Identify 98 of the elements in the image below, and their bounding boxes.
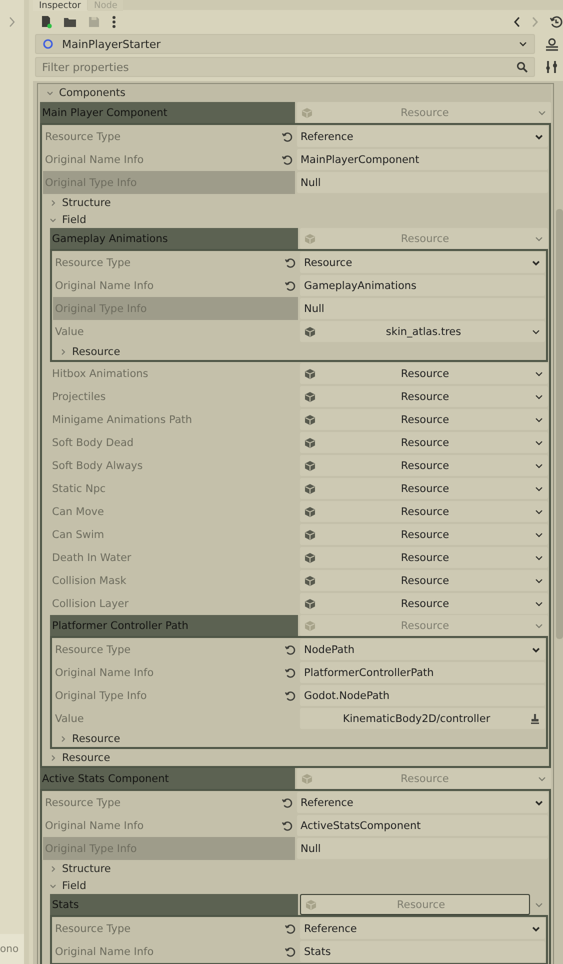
cube-icon: [304, 390, 316, 402]
revert-icon[interactable]: [280, 796, 292, 808]
node-path-field[interactable]: KinematicBody2D/controller: [300, 708, 545, 729]
type-dropdown[interactable]: Reference: [300, 918, 545, 939]
revert-icon[interactable]: [284, 690, 296, 702]
type-dropdown[interactable]: NodePath: [300, 639, 545, 660]
tab[interactable]: Inspector: [33, 0, 87, 11]
cube-icon: [300, 106, 312, 118]
revert-icon[interactable]: [280, 130, 292, 142]
chevron-down-icon: [46, 89, 54, 97]
revert-icon[interactable]: [284, 946, 296, 958]
group-toggle[interactable]: Field: [43, 877, 548, 894]
property-label: Resource Type: [43, 125, 294, 148]
section-toggle[interactable]: Components: [40, 84, 551, 102]
cube-icon: [304, 574, 316, 586]
type-dropdown[interactable]: Resource: [300, 252, 545, 273]
settings-icon[interactable]: [545, 60, 559, 74]
group-toggle[interactable]: Structure: [43, 860, 548, 877]
chevron-down-icon: [518, 39, 528, 49]
revert-icon[interactable]: [284, 666, 296, 678]
resource-picker[interactable]: skin_atlas.tres: [300, 321, 545, 342]
resource-picker[interactable]: Resource: [300, 478, 548, 499]
revert-icon[interactable]: [284, 256, 296, 268]
cube-icon: [304, 326, 316, 338]
filter-field[interactable]: Filter properties: [35, 57, 535, 77]
cube-icon: [300, 772, 312, 784]
resource-picker[interactable]: Resource: [300, 524, 548, 545]
cube-icon: [304, 414, 316, 426]
filter-input[interactable]: Filter properties: [42, 60, 508, 74]
resource-picker[interactable]: Resource: [300, 409, 548, 430]
property-label: Original Name Info: [53, 661, 298, 684]
property-label: Value: [54, 324, 85, 340]
chevron-right-icon: [59, 348, 67, 356]
cube-icon: [304, 368, 316, 380]
resource-picker[interactable]: Resource: [300, 593, 548, 614]
cube-icon: [304, 482, 316, 494]
value-field[interactable]: MainPlayerComponent: [296, 149, 548, 170]
back-icon[interactable]: [513, 16, 521, 28]
revert-icon[interactable]: [280, 154, 292, 166]
cube-icon: [304, 620, 316, 632]
property-label: Original Name Info: [43, 814, 294, 837]
revert-icon[interactable]: [284, 922, 296, 934]
object-selector[interactable]: MainPlayerStarter: [35, 34, 535, 54]
value-field[interactable]: Stats: [300, 941, 545, 962]
new-file-icon[interactable]: [39, 14, 53, 28]
cube-icon: [304, 506, 316, 518]
type-dropdown[interactable]: Reference: [296, 792, 548, 813]
chevron-right-icon: [49, 754, 57, 762]
property-label: Value: [54, 712, 85, 726]
menu-icon[interactable]: [111, 14, 117, 28]
chevron-right-icon: [49, 864, 57, 872]
history-icon[interactable]: [549, 14, 563, 28]
property-label: Original Name Info: [43, 148, 294, 171]
cube-icon: [305, 898, 317, 910]
property-label: Resource Type: [53, 917, 298, 940]
resource-picker[interactable]: Resource: [300, 501, 548, 522]
resource-picker[interactable]: Resource: [300, 547, 548, 568]
revert-icon[interactable]: [280, 820, 292, 832]
chevron-right-icon: [49, 198, 57, 206]
group-toggle[interactable]: Resource: [53, 730, 545, 747]
property-label: Original Name Info: [53, 940, 298, 963]
scrollbar-thumb[interactable]: [556, 209, 563, 639]
property-label: Original Type Info: [53, 684, 298, 707]
value-field[interactable]: Godot.NodePath: [300, 685, 545, 706]
type-dropdown[interactable]: Reference: [296, 126, 548, 147]
resource-picker[interactable]: Resource: [300, 455, 548, 476]
resource-picker[interactable]: Resource: [300, 432, 548, 453]
node-icon: [42, 38, 54, 50]
value-field[interactable]: GameplayAnimations: [300, 275, 545, 296]
resource-picker[interactable]: Resource: [300, 363, 548, 384]
value-field[interactable]: ActiveStatsComponent: [296, 815, 548, 836]
revert-icon[interactable]: [284, 280, 296, 292]
revert-icon[interactable]: [284, 644, 296, 656]
brush-icon[interactable]: [529, 712, 541, 724]
group-toggle[interactable]: Resource: [43, 749, 548, 766]
cube-icon: [304, 460, 316, 472]
value-field[interactable]: Null: [296, 838, 548, 859]
property-label: Resource Type: [43, 791, 294, 814]
value-field[interactable]: Null: [296, 172, 548, 193]
cube-icon: [304, 528, 316, 540]
cube-icon: [304, 598, 316, 610]
resource-picker[interactable]: Resource: [300, 386, 548, 407]
property-label: Resource Type: [53, 251, 298, 274]
group-toggle[interactable]: Resource: [53, 343, 545, 360]
property-label: Original Name Info: [53, 274, 298, 297]
chevron-right-icon: [59, 734, 67, 742]
cube-icon: [304, 436, 316, 448]
property-label: Resource Type: [53, 638, 298, 661]
value-field[interactable]: Null: [300, 298, 545, 319]
save-icon: [87, 14, 101, 28]
value-field[interactable]: PlatformerControllerPath: [300, 662, 545, 683]
chevron-down-icon: [49, 216, 57, 224]
group-toggle[interactable]: Field: [43, 211, 548, 228]
chevron-down-icon: [49, 882, 57, 890]
cube-icon: [304, 552, 316, 564]
group-toggle[interactable]: Structure: [43, 194, 548, 211]
cube-icon: [304, 232, 316, 244]
resource-picker[interactable]: Resource: [300, 570, 548, 591]
